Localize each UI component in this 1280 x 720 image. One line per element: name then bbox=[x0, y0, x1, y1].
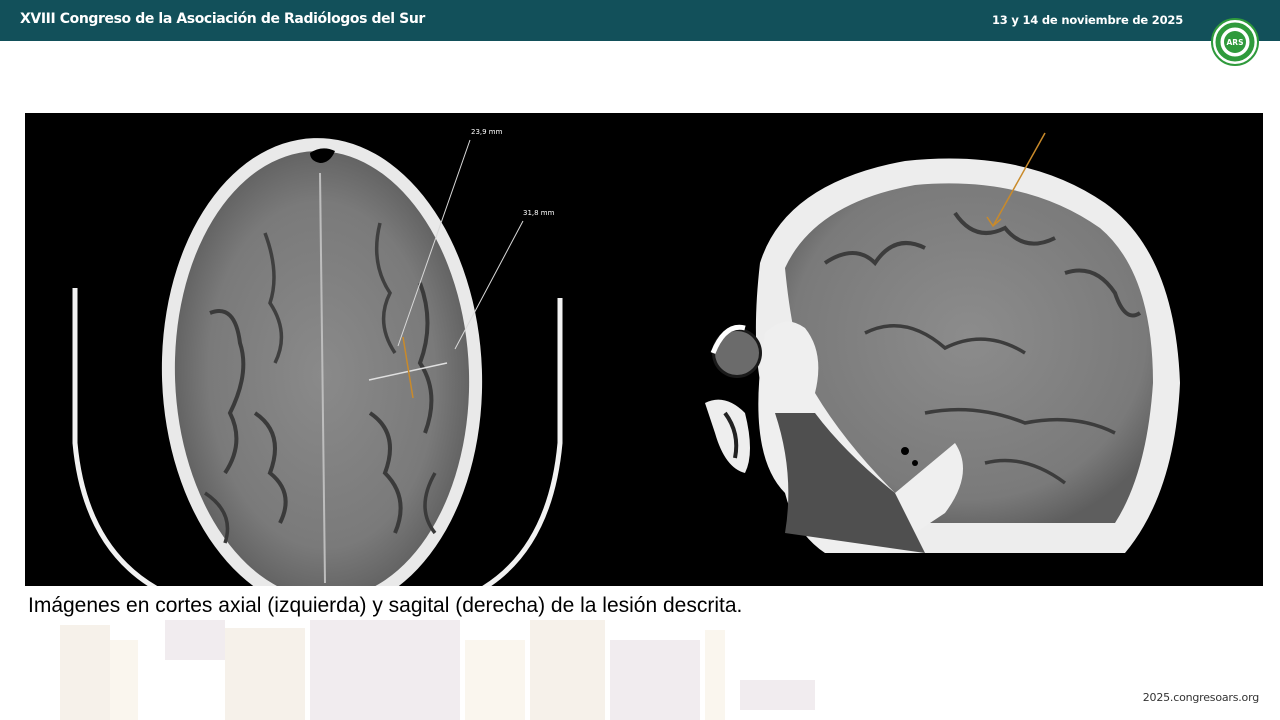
bg-decoration bbox=[610, 640, 700, 720]
logo-text: ARS bbox=[1227, 38, 1244, 47]
bg-decoration bbox=[465, 640, 525, 720]
measurement-label-1: 23,9 mm bbox=[471, 128, 503, 136]
slide: XVIII Congreso de la Asociación de Radió… bbox=[0, 0, 1280, 720]
sagittal-ct-image bbox=[705, 132, 1180, 553]
figure-caption: Imágenes en cortes axial (izquierda) y s… bbox=[28, 594, 743, 617]
bg-decoration bbox=[225, 628, 305, 720]
bg-decoration bbox=[60, 625, 110, 720]
header-bar: XVIII Congreso de la Asociación de Radió… bbox=[0, 0, 1280, 41]
bg-decoration bbox=[165, 620, 225, 660]
axial-ct-image: 23,9 mm 31,8 mm bbox=[72, 128, 563, 586]
bg-decoration bbox=[110, 640, 138, 720]
ct-images: 23,9 mm 31,8 mm bbox=[72, 128, 1180, 586]
bg-decoration bbox=[310, 620, 460, 720]
ct-image-panel: 23,9 mm 31,8 mm bbox=[25, 113, 1263, 586]
bg-decoration bbox=[705, 630, 725, 720]
measurement-label-2: 31,8 mm bbox=[523, 209, 555, 217]
congress-date: 13 y 14 de noviembre de 2025 bbox=[991, 13, 1183, 27]
congress-title: XVIII Congreso de la Asociación de Radió… bbox=[20, 11, 425, 27]
congress-url[interactable]: 2025.congresoars.org bbox=[1143, 691, 1259, 704]
bg-decoration bbox=[530, 620, 605, 720]
ars-logo: ARS bbox=[1211, 18, 1259, 66]
bg-decoration bbox=[740, 680, 815, 710]
